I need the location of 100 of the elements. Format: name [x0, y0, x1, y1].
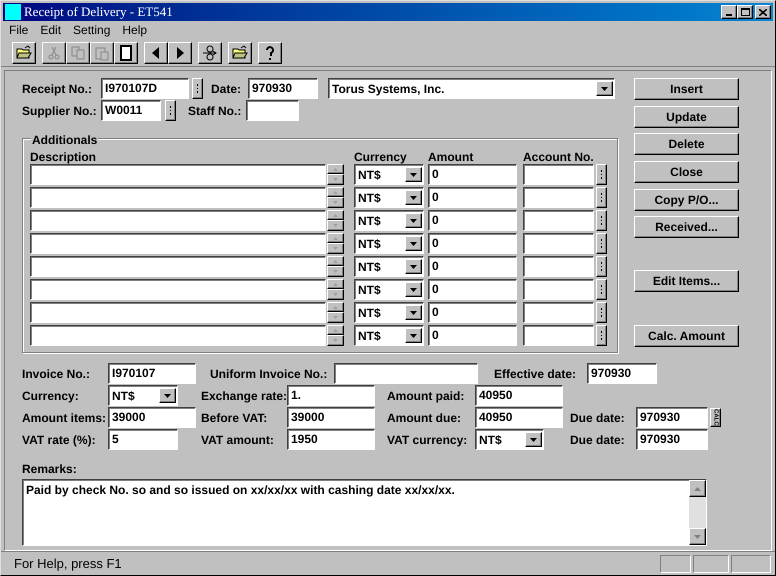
- text-field[interactable]: 1950: [287, 429, 375, 450]
- action-button[interactable]: Received...: [634, 216, 739, 238]
- menu-item[interactable]: Edit: [40, 21, 62, 39]
- text-field[interactable]: 0: [428, 302, 517, 323]
- currency-dropdown[interactable]: NT$: [354, 302, 424, 323]
- text-field[interactable]: [246, 100, 299, 121]
- currency-dropdown[interactable]: NT$: [354, 187, 424, 208]
- text-field[interactable]: [30, 187, 326, 208]
- spin-button[interactable]: [596, 233, 607, 254]
- text-field[interactable]: [523, 279, 594, 300]
- text-field[interactable]: [30, 233, 326, 254]
- action-button[interactable]: Update: [634, 106, 739, 128]
- text-field[interactable]: 1.: [287, 385, 375, 406]
- menu-item[interactable]: Setting: [73, 21, 110, 39]
- currency-dropdown[interactable]: NT$: [354, 279, 424, 300]
- scroll-arrows[interactable]: [327, 256, 344, 277]
- scroll-arrows[interactable]: [327, 210, 344, 231]
- menu-item[interactable]: File: [9, 21, 28, 39]
- text-field[interactable]: 970930: [587, 363, 657, 384]
- text-field[interactable]: 970930: [636, 429, 708, 450]
- toolbar-button[interactable]: [144, 42, 168, 64]
- menu-item[interactable]: Help: [122, 21, 148, 39]
- text-field[interactable]: 0: [428, 187, 517, 208]
- scroll-arrows[interactable]: [327, 164, 344, 185]
- text-field[interactable]: W0011: [101, 100, 161, 121]
- text-field[interactable]: [523, 164, 594, 185]
- text-field[interactable]: [523, 256, 594, 277]
- action-button[interactable]: Edit Items...: [634, 270, 739, 292]
- toolbar-button[interactable]: [258, 42, 282, 64]
- remarks-field[interactable]: Paid by check No. so and so issued on xx/xx/xx with cashing date xx/xx/xx.: [22, 479, 707, 546]
- text-field[interactable]: 39000: [108, 407, 196, 428]
- text-field[interactable]: [30, 256, 326, 277]
- field-label: Uniform Invoice No.:: [210, 366, 328, 382]
- toolbar-button[interactable]: [198, 42, 222, 64]
- text-field[interactable]: 970930: [636, 407, 708, 428]
- scroll-arrows[interactable]: [327, 325, 344, 346]
- spin-button[interactable]: [596, 256, 607, 277]
- dots-icon: [600, 169, 603, 180]
- text-field[interactable]: 970930: [248, 78, 318, 99]
- currency-dropdown[interactable]: NT$: [475, 429, 544, 450]
- action-button[interactable]: Copy P/O...: [634, 189, 739, 211]
- spin-button[interactable]: [596, 279, 607, 300]
- spin-button[interactable]: [596, 302, 607, 323]
- text-field[interactable]: [523, 210, 594, 231]
- scroll-arrows[interactable]: [327, 302, 344, 323]
- spin-button[interactable]: [165, 100, 176, 121]
- currency-dropdown[interactable]: NT$: [354, 233, 424, 254]
- text-field[interactable]: 0: [428, 210, 517, 231]
- text-field[interactable]: 5: [108, 429, 178, 450]
- text-field[interactable]: I970107D: [101, 78, 189, 99]
- scroll-arrows[interactable]: [327, 279, 344, 300]
- text-field[interactable]: [30, 164, 326, 185]
- action-button[interactable]: Insert: [634, 78, 739, 100]
- toolbar-button[interactable]: [12, 42, 36, 64]
- text-field[interactable]: [523, 302, 594, 323]
- text-field[interactable]: 39000: [287, 407, 375, 428]
- field-label: VAT amount:: [201, 432, 275, 448]
- toolbar-button[interactable]: [228, 42, 252, 64]
- spin-button[interactable]: [596, 164, 607, 185]
- action-button[interactable]: Delete: [634, 133, 739, 155]
- scroll-arrows[interactable]: [327, 233, 344, 254]
- field-label: Receipt No.:: [22, 80, 94, 98]
- text-field[interactable]: 0: [428, 233, 517, 254]
- currency-dropdown[interactable]: NT$: [108, 385, 178, 406]
- text-field[interactable]: [523, 233, 594, 254]
- scroll-arrows[interactable]: [327, 187, 344, 208]
- text-field[interactable]: 0: [428, 325, 517, 346]
- text-field[interactable]: [30, 210, 326, 231]
- text-field[interactable]: [30, 325, 326, 346]
- scissors-icon: [46, 44, 62, 60]
- spin-button[interactable]: [192, 78, 203, 99]
- text-field[interactable]: 40950: [475, 407, 563, 428]
- text-field[interactable]: [30, 279, 326, 300]
- text-field[interactable]: [334, 363, 478, 384]
- field-label: VAT rate (%):: [22, 432, 97, 448]
- text-field[interactable]: I970107: [108, 363, 196, 384]
- currency-dropdown[interactable]: NT$: [354, 164, 424, 185]
- text-field[interactable]: [30, 302, 326, 323]
- close-button[interactable]: [755, 5, 771, 19]
- action-button[interactable]: Calc. Amount: [634, 325, 739, 347]
- field-label: VAT currency:: [387, 432, 468, 448]
- spin-button[interactable]: [596, 210, 607, 231]
- spin-button[interactable]: [596, 187, 607, 208]
- currency-dropdown[interactable]: NT$: [354, 325, 424, 346]
- currency-dropdown[interactable]: NT$: [354, 210, 424, 231]
- maximize-button[interactable]: [737, 5, 753, 19]
- text-field[interactable]: 40950: [475, 385, 563, 406]
- toolbar-button[interactable]: [168, 42, 192, 64]
- currency-dropdown[interactable]: NT$: [354, 256, 424, 277]
- scrollbar[interactable]: [689, 480, 706, 545]
- text-field[interactable]: [523, 187, 594, 208]
- action-button[interactable]: Close: [634, 161, 739, 183]
- text-field[interactable]: 0: [428, 256, 517, 277]
- text-field[interactable]: 0: [428, 164, 517, 185]
- supplier-dropdown[interactable]: Torus Systems, Inc.: [328, 78, 615, 99]
- spin-button[interactable]: [596, 325, 607, 346]
- text-field[interactable]: 0: [428, 279, 517, 300]
- text-field[interactable]: [523, 325, 594, 346]
- minimize-button[interactable]: [721, 5, 737, 19]
- toolbar-button[interactable]: [114, 42, 138, 64]
